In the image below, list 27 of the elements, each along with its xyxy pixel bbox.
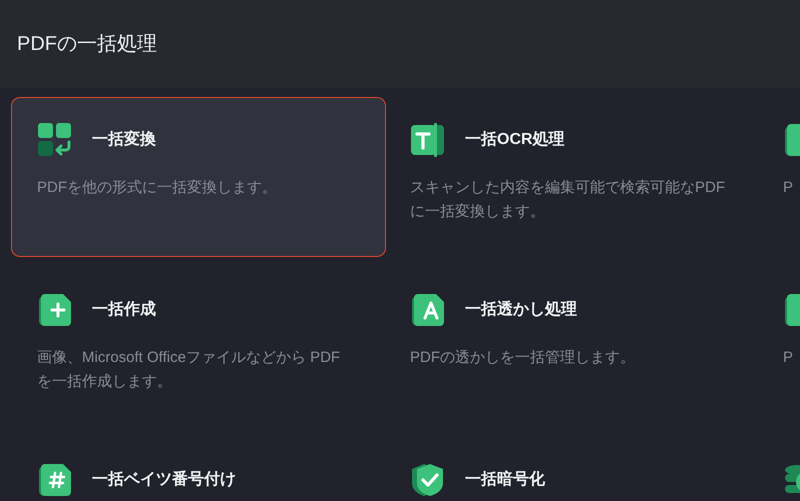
card-description: PDFの透かしを一括管理します。 xyxy=(410,348,636,368)
card-description: P xyxy=(783,178,794,198)
letter-document-icon xyxy=(410,292,446,328)
tool-card[interactable]: P xyxy=(758,98,800,256)
tool-card[interactable]: 一括暗号化 xyxy=(385,438,758,501)
card-description: PDFを他の形式に一括変換します。 xyxy=(37,178,278,198)
shield-check-icon xyxy=(410,462,446,498)
tool-card[interactable]: 一括ベイツ番号付け xyxy=(12,438,385,501)
card-title: 一括OCR処理 xyxy=(465,130,565,150)
card-description: スキャンした内容を編集可能で検索可能なPDFに一括変換します。 xyxy=(410,178,725,222)
card-title: 一括作成 xyxy=(92,300,156,320)
tool-card[interactable]: P xyxy=(758,268,800,426)
plus-document-icon xyxy=(37,292,73,328)
card-title: 一括変換 xyxy=(92,129,156,150)
tool-card[interactable]: 一括透かし処理 PDFの透かしを一括管理します。 xyxy=(385,268,758,426)
tool-card[interactable]: 一括作成 画像、Microsoft Officeファイルなどから PDF を一括作成します。 xyxy=(12,268,385,426)
tool-card[interactable]: 一括変換 PDFを他の形式に一括変換します。 xyxy=(12,98,385,256)
card-title: 一括透かし処理 xyxy=(465,300,577,320)
page-title: PDFの一括処理 xyxy=(17,32,157,57)
grid-arrow-icon xyxy=(37,122,73,158)
card-description: 画像、Microsoft Officeファイルなどから PDF を一括作成します。 xyxy=(37,348,342,392)
text-page-icon xyxy=(410,122,446,158)
card-title: 一括暗号化 xyxy=(465,469,545,490)
tool-card[interactable]: 一括OCR処理 スキャンした内容を編集可能で検索可能なPDFに一括変換します。 xyxy=(385,98,758,256)
card-description: P xyxy=(783,348,794,368)
card-title: 一括ベイツ番号付け xyxy=(92,469,236,490)
hash-document-icon xyxy=(37,462,73,498)
